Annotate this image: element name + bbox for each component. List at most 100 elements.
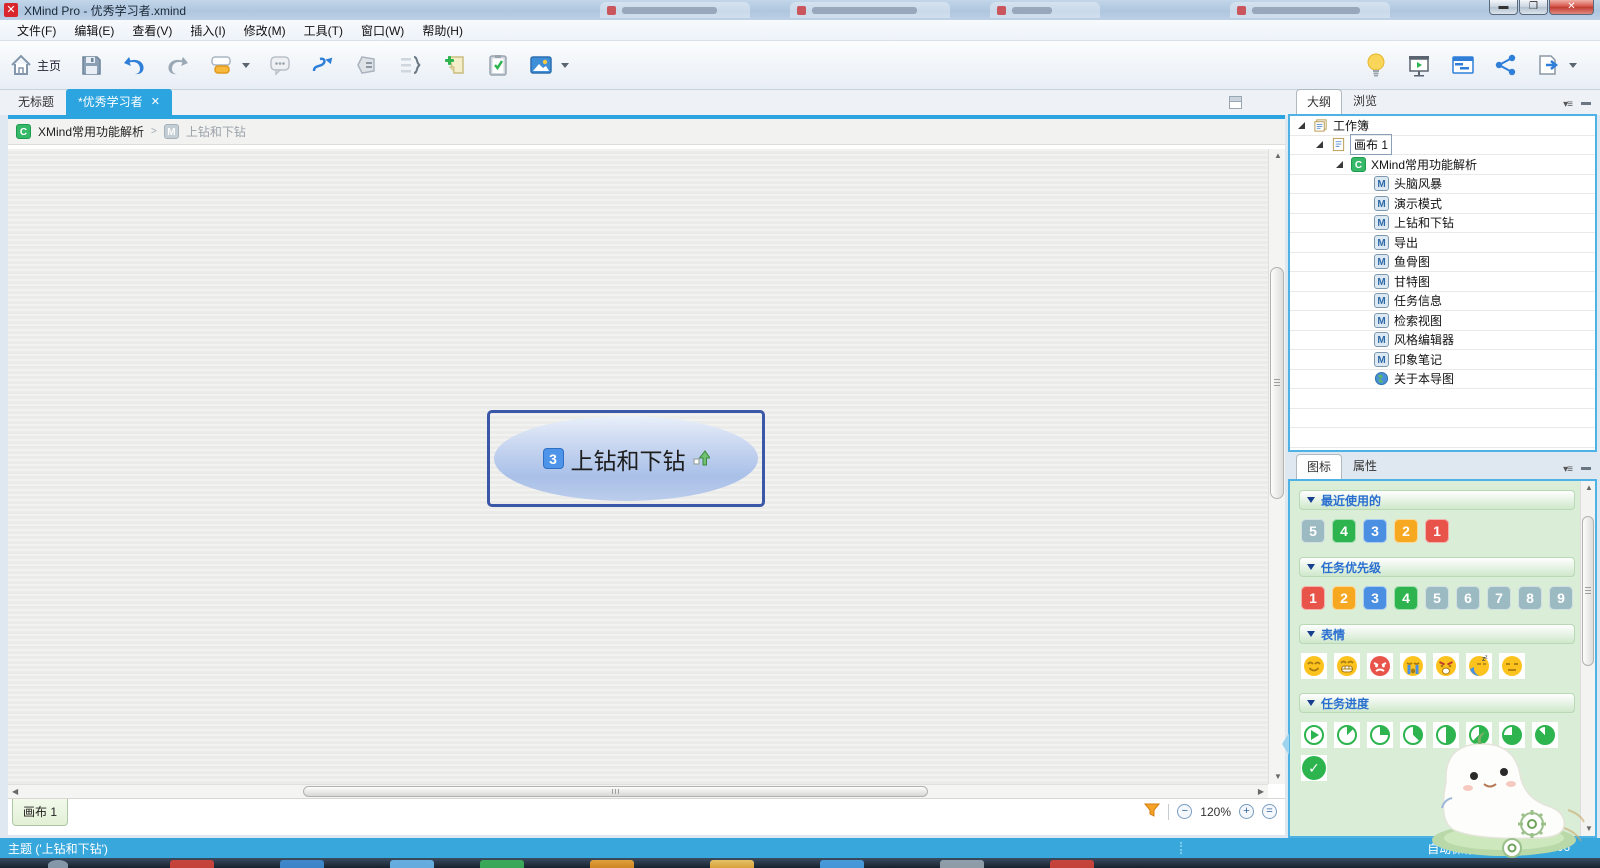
progress-3-eighths-icon[interactable] [1400,722,1426,748]
taskbar-app-icon[interactable] [710,860,754,868]
icons-scroll-thumb[interactable] [1582,516,1594,666]
scroll-right-icon[interactable]: ▶ [1258,788,1264,796]
home-button[interactable]: 主页 [0,49,70,81]
minimize-panel-icon[interactable] [1581,467,1591,470]
close-button[interactable]: ✕ [1549,0,1594,15]
taskbar-app-icon[interactable] [480,860,524,868]
relationship-button[interactable] [301,49,345,81]
start-orb-icon[interactable] [48,860,68,868]
redo-button[interactable] [156,49,200,81]
doc-tab-current[interactable]: *优秀学习者 ✕ [66,89,172,115]
tab-icons[interactable]: 图标 [1296,454,1342,479]
zoom-fit-button[interactable]: = [1262,804,1277,819]
drill-up-icon[interactable] [693,449,710,469]
marker-任务优先级-3-icon[interactable]: 3 [1363,586,1387,610]
tree-row-头脑风暴[interactable]: M头脑风暴 [1290,175,1595,195]
tree-row-任务信息[interactable]: M任务信息 [1290,292,1595,312]
share-button[interactable] [1485,49,1527,81]
emotion-cry-icon[interactable] [1400,653,1426,679]
icons-panel-scrollbar[interactable]: ▲ ▼ [1580,481,1595,836]
export-button[interactable] [1527,49,1586,81]
scroll-up-icon[interactable]: ▲ [1585,484,1593,492]
marker-任务优先级-1-icon[interactable]: 1 [1301,586,1325,610]
progress-5-eighths-icon[interactable] [1466,722,1492,748]
taskbar-app-icon[interactable] [390,860,434,868]
task-info-button[interactable] [477,49,519,81]
section-header-表情[interactable]: 表情 [1299,624,1575,644]
gantt-button[interactable] [1441,49,1485,81]
progress-6-eighths-icon[interactable] [1499,722,1525,748]
emotion-flat-icon[interactable] [1499,653,1525,679]
taskbar-app-icon[interactable] [820,860,864,868]
presentation-button[interactable] [1397,49,1441,81]
marker-任务优先级-7-icon[interactable]: 7 [1487,586,1511,610]
marker-最近使用的-3-icon[interactable]: 3 [1363,519,1387,543]
undo-button[interactable] [112,49,156,81]
scroll-up-icon[interactable]: ▲ [1274,152,1282,160]
doc-tab-untitled[interactable]: 无标题 [6,89,66,115]
scroll-down-icon[interactable]: ▼ [1274,773,1282,781]
tree-row-鱼骨图[interactable]: M鱼骨图 [1290,253,1595,273]
insert-topic-button[interactable] [200,49,259,81]
menu-item-2[interactable]: 查看(V) [123,20,181,41]
tab-properties[interactable]: 属性 [1342,453,1388,479]
progress-1-eighths-icon[interactable] [1334,722,1360,748]
note-button[interactable] [433,49,477,81]
expand-arrow-icon[interactable] [1336,161,1343,168]
section-header-任务优先级[interactable]: 任务优先级 [1299,557,1575,577]
section-header-任务进度[interactable]: 任务进度 [1299,693,1575,713]
scroll-left-icon[interactable]: ◀ [12,788,18,796]
taskbar-app-icon[interactable] [1050,860,1094,868]
tab-outline[interactable]: 大纲 [1296,89,1342,114]
marker-任务优先级-5-icon[interactable]: 5 [1425,586,1449,610]
tree-row-工作簿[interactable]: 工作簿 [1290,116,1595,136]
view-menu-icon[interactable]: ▾≡ [1563,99,1572,110]
vertical-scroll-thumb[interactable] [1270,267,1284,499]
marker-最近使用的-4-icon[interactable]: 4 [1332,519,1356,543]
marker-最近使用的-2-icon[interactable]: 2 [1394,519,1418,543]
taskbar-app-icon[interactable] [280,860,324,868]
menu-item-1[interactable]: 编辑(E) [65,20,123,41]
topic-ellipse[interactable]: 3 上钻和下钻 [494,416,758,501]
view-menu-icon[interactable]: ▾≡ [1563,464,1572,475]
menu-item-4[interactable]: 修改(M) [235,20,295,41]
canvas-vertical-scrollbar[interactable]: ▲ ▼ [1268,149,1285,784]
tree-row-检索视图[interactable]: M检索视图 [1290,311,1595,331]
tree-row-关于本导图[interactable]: 关于本导图 [1290,370,1595,390]
scroll-down-icon[interactable]: ▼ [1585,825,1593,833]
topic-text[interactable]: 上钻和下钻 [571,442,686,476]
emotion-sleepy-icon[interactable]: zz [1466,653,1492,679]
image-button[interactable] [519,49,578,81]
expand-arrow-icon[interactable] [1298,122,1305,129]
mindmap-canvas[interactable]: 3 上钻和下钻 [8,149,1268,784]
expand-arrow-icon[interactable] [1316,141,1323,148]
taskbar-app-icon[interactable] [940,860,984,868]
menu-item-3[interactable]: 插入(I) [181,20,234,41]
marker-最近使用的-1-icon[interactable]: 1 [1425,519,1449,543]
taskbar-app-icon[interactable] [590,860,634,868]
menu-item-6[interactable]: 窗口(W) [352,20,413,41]
restore-button[interactable]: ❐ [1519,0,1548,15]
tree-row-甘特图[interactable]: M甘特图 [1290,272,1595,292]
progress-start-icon[interactable] [1301,722,1327,748]
tab-browse[interactable]: 浏览 [1342,88,1388,114]
emotion-smile-icon[interactable] [1301,653,1327,679]
breadcrumb-root[interactable]: XMind常用功能解析 [38,123,144,140]
emotion-rage-icon[interactable] [1433,653,1459,679]
tree-row-印象笔记[interactable]: M印象笔记 [1290,350,1595,370]
horizontal-scroll-thumb[interactable] [303,786,928,797]
marker-任务优先级-6-icon[interactable]: 6 [1456,586,1480,610]
marker-任务优先级-2-icon[interactable]: 2 [1332,586,1356,610]
marker-任务优先级-8-icon[interactable]: 8 [1518,586,1542,610]
tree-row-风格编辑器[interactable]: M风格编辑器 [1290,331,1595,351]
menu-item-5[interactable]: 工具(T) [295,20,352,41]
summary-button[interactable] [389,49,433,81]
progress-2-eighths-icon[interactable] [1367,722,1393,748]
selected-topic-node[interactable]: 3 上钻和下钻 [487,410,765,507]
marker-最近使用的-5-icon[interactable]: 5 [1301,519,1325,543]
emotion-angry-icon[interactable] [1367,653,1393,679]
progress-4-eighths-icon[interactable] [1433,722,1459,748]
canvas-horizontal-scrollbar[interactable]: ◀ ▶ [8,784,1268,798]
boundary-button[interactable] [345,49,389,81]
sheet-tab-canvas1[interactable]: 画布 1 [12,799,68,826]
